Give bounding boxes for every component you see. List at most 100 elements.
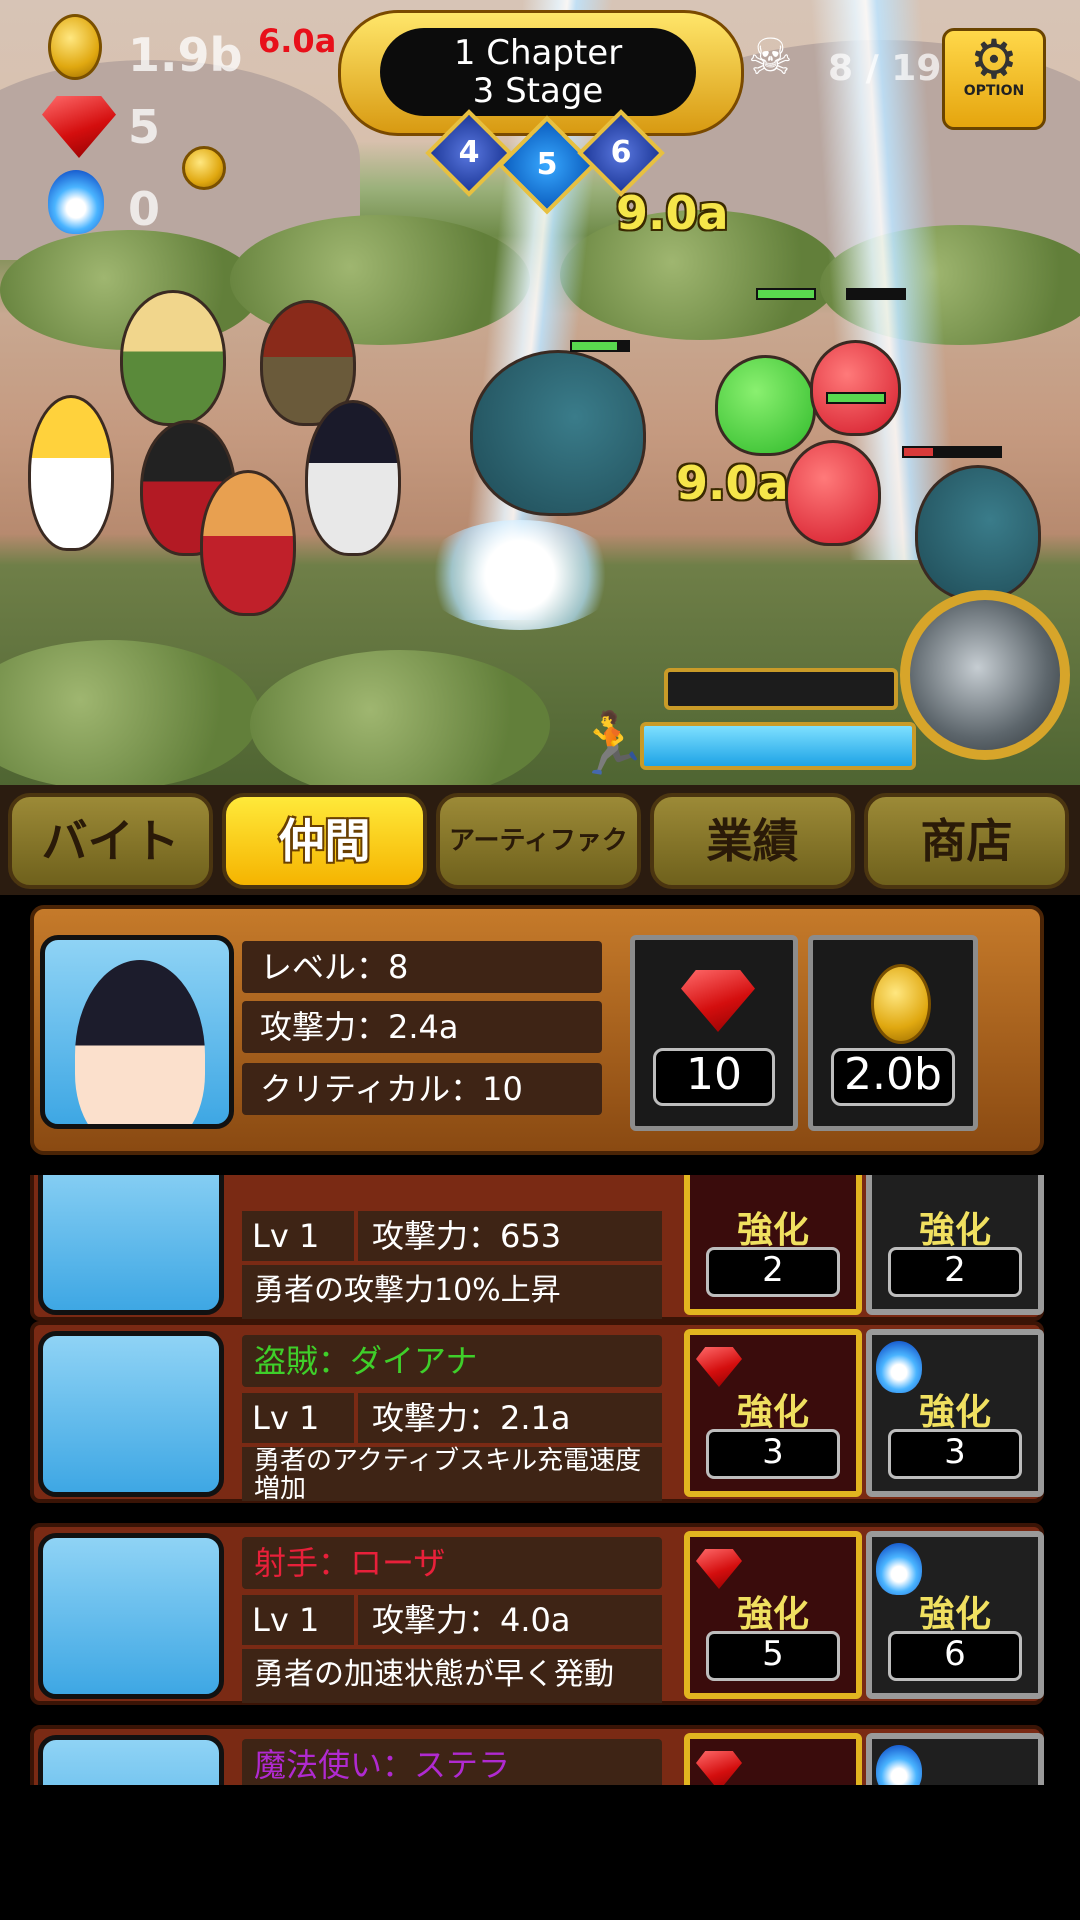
skull-icon: ☠ <box>748 28 793 86</box>
gold-coin-icon <box>871 964 931 1044</box>
ally-attack: 攻撃力：653 <box>358 1211 662 1261</box>
soul-flame-icon <box>48 170 104 234</box>
enemy-red-slime <box>810 340 901 436</box>
soul-cost: 3 <box>888 1429 1022 1479</box>
option-label: OPTION <box>963 83 1025 99</box>
stage-number: 4 <box>458 135 480 170</box>
stage-label: 3 Stage <box>472 71 604 111</box>
hero-attack: 攻撃力：2.4a <box>242 1001 602 1053</box>
damage-popup: 9.0a <box>676 456 789 510</box>
gear-icon: ⚙ <box>969 28 1019 91</box>
running-icon: 🏃 <box>574 709 649 779</box>
ally-level: Lv 1 <box>242 1595 354 1645</box>
hero-priest <box>28 395 114 551</box>
coin-drop-icon <box>182 146 226 190</box>
ally-portrait <box>38 1533 224 1699</box>
enemy-green-slime <box>715 355 816 456</box>
hero-upgrade-gold-button[interactable]: 2.0b <box>808 935 978 1131</box>
ally-portrait <box>38 1735 224 1785</box>
upgrade-label: 強化 <box>918 1392 991 1433</box>
ally-name: 魔法使い：ステラ <box>242 1739 662 1785</box>
stage-banner: 1 Chapter 3 Stage 4 5 6 <box>338 10 744 215</box>
ally-list[interactable]: Lv 1 攻撃力：653 勇者の攻撃力10%上昇 強化 2 強化 2 盗賊：ダイ… <box>30 1175 1044 1785</box>
gold-coin-icon <box>48 14 102 80</box>
tab-achievements[interactable]: 業績 <box>650 793 855 889</box>
ruby-icon <box>681 970 755 1032</box>
ally-upgrade-ruby-button[interactable]: 強化 5 <box>684 1531 862 1699</box>
ruby-cost: 10 <box>653 1048 775 1106</box>
tab-artifacts[interactable]: アーティファクト <box>436 793 641 944</box>
hero-critical: クリティカル：10 <box>242 1063 602 1115</box>
enemy-orc <box>470 350 646 516</box>
hero-archer-rosa <box>120 290 226 426</box>
ruby-cost: 2 <box>706 1247 840 1297</box>
ruby-cost: 5 <box>706 1631 840 1681</box>
enemy-hp-bar <box>846 288 906 300</box>
ally-upgrade-soul-button[interactable]: 強化 2 <box>866 1175 1044 1315</box>
upgrade-label: 強化 <box>736 1210 809 1251</box>
upgrade-label: 強化 <box>736 1392 809 1433</box>
hero-portrait <box>40 935 234 1129</box>
tab-part-time[interactable]: バイト <box>8 793 213 889</box>
damage-popup: 9.0a <box>616 186 729 240</box>
battle-scene: 9.0a 9.0a 1.9b 6.0a 5 0 1 Chapter 3 Stag… <box>0 0 1080 785</box>
tab-shop[interactable]: 商店 <box>864 793 1069 889</box>
hero-main <box>305 400 401 556</box>
tab-bar: バイト 仲間 アーティファクト 業績 商店 <box>0 785 1080 944</box>
ally-level: Lv 1 <box>242 1211 354 1261</box>
ally-upgrade-ruby-button[interactable]: 強化 2 <box>684 1175 862 1315</box>
gold-cost: 2.0b <box>831 1048 955 1106</box>
ally-attack: 攻撃力：4.0a <box>358 1595 662 1645</box>
tab-companions[interactable]: 仲間 <box>222 793 427 889</box>
ally-upgrade-ruby-button[interactable] <box>684 1733 862 1785</box>
upgrade-label: 強化 <box>918 1594 991 1635</box>
enemy-hp-bar <box>570 340 630 352</box>
soul-cost: 6 <box>888 1631 1022 1681</box>
kill-counter: 8 / 19 <box>828 48 942 89</box>
list-item: 射手：ローザ Lv 1 攻撃力：4.0a 勇者の加速状態が早く発動 強化 5 強… <box>30 1523 1044 1705</box>
ruby-cost: 3 <box>706 1429 840 1479</box>
ally-description: 勇者の攻撃力10%上昇 <box>242 1265 662 1319</box>
ally-name: 射手：ローザ <box>242 1537 662 1589</box>
ruby-amount: 5 <box>128 100 161 154</box>
ally-name: 盗賊：ダイアナ <box>242 1335 662 1387</box>
impact-flash <box>420 520 620 630</box>
hero-panel: レベル：8 攻撃力：2.4a クリティカル：10 10 2.0b <box>30 905 1044 1155</box>
skill-gauge <box>664 668 898 710</box>
list-item: 魔法使い：ステラ <box>30 1725 1044 1785</box>
hero-upgrade-ruby-button[interactable]: 10 <box>630 935 798 1131</box>
ally-attack: 攻撃力：2.1a <box>358 1393 662 1443</box>
upgrade-label: 強化 <box>736 1594 809 1635</box>
ally-portrait <box>38 1331 224 1497</box>
bush <box>0 640 260 785</box>
gold-amount: 1.9b <box>128 28 243 82</box>
list-item: Lv 1 攻撃力：653 勇者の攻撃力10%上昇 強化 2 強化 2 <box>30 1175 1044 1321</box>
enemy-hp-bar <box>826 392 886 404</box>
stage-title: 1 Chapter 3 Stage <box>380 28 696 116</box>
stage-number: 5 <box>536 147 558 182</box>
ally-description: 勇者の加速状態が早く発動 <box>242 1649 662 1703</box>
list-item: 盗賊：ダイアナ Lv 1 攻撃力：2.1a 勇者のアクティブスキル充電速度増加 … <box>30 1321 1044 1503</box>
chapter-label: 1 Chapter <box>453 33 623 73</box>
ally-upgrade-soul-button[interactable] <box>866 1733 1044 1785</box>
soul-flame-icon <box>876 1745 922 1785</box>
soul-amount: 0 <box>128 182 161 236</box>
hero-warrior <box>200 470 296 616</box>
hero-avatar <box>75 960 205 1124</box>
ally-description: 勇者のアクティブスキル充電速度増加 <box>242 1447 662 1503</box>
ally-upgrade-ruby-button[interactable]: 強化 3 <box>684 1329 862 1497</box>
ruby-icon <box>696 1751 742 1785</box>
ruby-icon <box>696 1347 742 1387</box>
enemy-orc <box>915 465 1041 601</box>
enemy-hp-bar <box>756 288 816 300</box>
ally-upgrade-soul-button[interactable]: 強化 3 <box>866 1329 1044 1497</box>
skill-orb-button[interactable] <box>900 590 1070 760</box>
stage-number: 6 <box>610 135 632 170</box>
gold-rate: 6.0a <box>258 22 337 60</box>
upgrade-label: 強化 <box>918 1210 991 1251</box>
soul-cost: 2 <box>888 1247 1022 1297</box>
option-button[interactable]: ⚙ OPTION <box>942 28 1046 130</box>
enemy-red-slime <box>785 440 881 546</box>
ruby-icon <box>696 1549 742 1589</box>
ally-upgrade-soul-button[interactable]: 強化 6 <box>866 1531 1044 1699</box>
